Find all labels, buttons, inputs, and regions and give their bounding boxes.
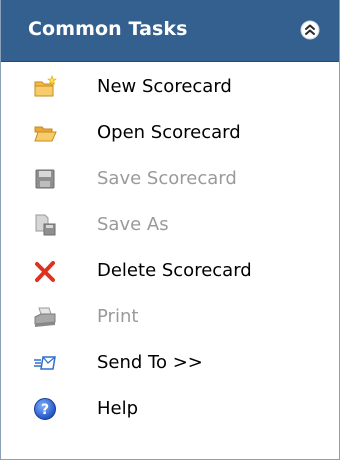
task-label: Help [97, 398, 139, 419]
task-save-as: Save As [1, 206, 339, 246]
task-print: Print [1, 298, 339, 338]
panel-title: Common Tasks [28, 18, 188, 40]
task-send-to[interactable]: Send To >> [1, 344, 339, 384]
task-label: Print [97, 306, 139, 327]
send-to-icon [33, 351, 57, 375]
task-delete-scorecard[interactable]: Delete Scorecard [1, 252, 339, 292]
double-chevron-up-icon[interactable] [300, 20, 320, 40]
task-label: Send To >> [97, 352, 203, 373]
help-icon: ? [33, 397, 57, 421]
common-tasks-panel: Common Tasks New Scorecard Open Scorecar… [0, 0, 340, 460]
task-label: Save As [97, 214, 169, 235]
task-help[interactable]: ? Help [1, 390, 339, 430]
panel-header[interactable]: Common Tasks [1, 0, 339, 62]
open-folder-icon [33, 121, 57, 145]
task-save-scorecard: Save Scorecard [1, 160, 339, 200]
task-label: New Scorecard [97, 76, 232, 97]
save-disk-icon [33, 167, 57, 191]
new-folder-icon [33, 75, 57, 99]
save-as-icon [33, 213, 57, 237]
printer-icon [33, 305, 57, 329]
task-new-scorecard[interactable]: New Scorecard [1, 68, 339, 108]
task-open-scorecard[interactable]: Open Scorecard [1, 114, 339, 154]
task-label: Save Scorecard [97, 168, 237, 189]
task-label: Open Scorecard [97, 122, 241, 143]
delete-x-icon [33, 259, 57, 283]
task-list: New Scorecard Open Scorecard Save Scorec… [1, 62, 339, 430]
svg-text:?: ? [41, 402, 49, 418]
task-label: Delete Scorecard [97, 260, 252, 281]
